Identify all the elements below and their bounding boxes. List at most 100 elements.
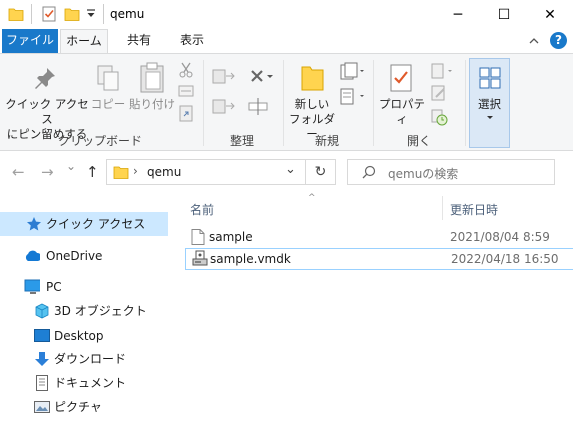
paste-button[interactable]: 貼り付け (128, 97, 176, 112)
title-bar: qemu ─ ☐ ✕ (0, 0, 573, 29)
nav-item-quick-access[interactable]: クイック アクセス (0, 212, 168, 236)
nav-label: Desktop (54, 329, 104, 343)
column-header-name[interactable]: 名前 (190, 201, 214, 218)
tab-file[interactable]: ファイル (2, 29, 58, 53)
search-icon (362, 165, 376, 179)
title-separator (103, 4, 104, 24)
collapse-ribbon-icon[interactable] (528, 35, 540, 47)
file-name: sample (209, 230, 253, 244)
minimize-button[interactable]: ─ (435, 0, 481, 29)
tab-share[interactable]: 共有 (118, 29, 160, 53)
select-dropdown-icon (487, 116, 493, 119)
address-dropdown-button[interactable]: ⌄ (285, 162, 296, 177)
cut-icon[interactable] (178, 62, 194, 78)
file-list: ^ 名前 更新日時 sample 2021/08/04 8:59 sample.… (170, 193, 573, 427)
star-icon (27, 217, 41, 231)
refresh-button[interactable]: ↻ (306, 159, 336, 185)
document-icon (36, 375, 48, 391)
select-icon (479, 67, 501, 89)
help-area: ? (528, 32, 567, 49)
properties-icon (390, 64, 412, 92)
nav-label: 3D オブジェクト (54, 304, 147, 318)
open-icon[interactable] (430, 62, 454, 80)
customize-quick-access-icon[interactable] (86, 9, 96, 19)
folder-icon (113, 166, 129, 179)
navigation-bar: ← → ⌄ ↑ › qemu ⌄ ↻ qemuの検索 (0, 151, 573, 193)
properties-button[interactable]: プロパティ (376, 97, 428, 127)
file-date: 2022/04/18 16:50 (451, 252, 559, 266)
new-folder-quick-icon[interactable] (64, 6, 80, 22)
computer-icon (24, 279, 40, 294)
sort-arrow-icon: ^ (308, 193, 316, 203)
clipboard-group-label: クリップボード (57, 134, 142, 148)
open-group-label: 開く (406, 134, 431, 148)
picture-icon (34, 401, 50, 413)
column-separator[interactable] (442, 196, 443, 220)
copy-path-icon[interactable] (178, 84, 194, 98)
nav-item-documents[interactable]: ドキュメント (0, 371, 168, 395)
nav-item-3d-objects[interactable]: 3D オブジェクト (0, 299, 168, 323)
pin-icon (35, 68, 55, 89)
paste-icon (140, 62, 164, 93)
breadcrumb-current[interactable]: qemu (147, 165, 181, 179)
nav-item-onedrive[interactable]: OneDrive (0, 244, 168, 268)
nav-item-pictures[interactable]: ピクチャ (0, 395, 168, 419)
navigation-pane: クイック アクセス OneDrive PC 3D オブジェクト Desktop … (0, 193, 170, 427)
download-arrow-icon (35, 352, 49, 366)
forward-button[interactable]: → (41, 163, 54, 181)
file-row[interactable]: sample 2021/08/04 8:59 (185, 227, 573, 249)
nav-item-downloads[interactable]: ダウンロード (0, 347, 168, 371)
nav-label: ピクチャ (54, 400, 102, 414)
disk-image-icon (192, 250, 208, 266)
nav-label: OneDrive (46, 249, 103, 263)
nav-label: クイック アクセス (46, 217, 146, 231)
copy-to-icon[interactable] (212, 98, 238, 116)
recent-locations-button[interactable]: ⌄ (66, 159, 76, 173)
up-button[interactable]: ↑ (86, 163, 99, 181)
maximize-button[interactable]: ☐ (481, 0, 527, 29)
delete-icon[interactable] (250, 68, 276, 86)
title-separator (31, 4, 32, 24)
new-item-icon[interactable] (339, 62, 365, 82)
tab-view[interactable]: 表示 (170, 29, 214, 53)
tab-home[interactable]: ホーム (60, 29, 108, 54)
file-icon (191, 229, 205, 245)
select-label: 選択 (478, 97, 501, 111)
ribbon-separator (465, 60, 466, 146)
address-bar[interactable]: › qemu ⌄ (106, 159, 306, 185)
move-to-icon[interactable] (212, 68, 238, 86)
nav-item-desktop[interactable]: Desktop (0, 324, 168, 348)
folder-icon (8, 8, 24, 21)
nav-item-pc[interactable]: PC (0, 275, 168, 299)
nav-label: ダウンロード (54, 352, 127, 366)
select-button[interactable]: 選択 (469, 58, 510, 148)
rename-icon[interactable] (248, 96, 268, 116)
desktop-icon (34, 329, 50, 342)
copy-icon (97, 65, 119, 91)
back-button[interactable]: ← (12, 163, 25, 181)
new-group-label: 新規 (314, 134, 339, 148)
pin-label-line1: クイック アクセス (5, 97, 89, 126)
easy-access-icon[interactable] (339, 87, 365, 107)
paste-shortcut-icon[interactable] (178, 104, 194, 122)
history-icon[interactable] (430, 108, 448, 126)
breadcrumb-separator[interactable]: › (133, 164, 138, 178)
new-folder-icon (301, 66, 324, 91)
edit-icon[interactable] (430, 84, 448, 102)
copy-button[interactable]: コピー (90, 97, 126, 112)
file-name: sample.vmdk (210, 252, 291, 266)
file-row[interactable]: sample.vmdk 2022/04/18 16:50 (185, 248, 573, 270)
search-box[interactable]: qemuの検索 (347, 159, 555, 185)
close-button[interactable]: ✕ (527, 0, 573, 29)
ribbon-tabs: ファイル ホーム 共有 表示 ? (0, 29, 573, 54)
help-icon[interactable]: ? (550, 32, 567, 49)
column-header-date[interactable]: 更新日時 (450, 201, 498, 218)
cloud-icon (25, 250, 40, 261)
organize-group-label: 整理 (229, 134, 254, 148)
new-folder-label-line1: 新しい (294, 97, 330, 111)
properties-quick-icon[interactable] (41, 6, 57, 22)
file-date: 2021/08/04 8:59 (450, 230, 550, 244)
nav-label: PC (46, 280, 62, 294)
search-placeholder: qemuの検索 (388, 167, 459, 181)
cube-icon (35, 303, 49, 319)
